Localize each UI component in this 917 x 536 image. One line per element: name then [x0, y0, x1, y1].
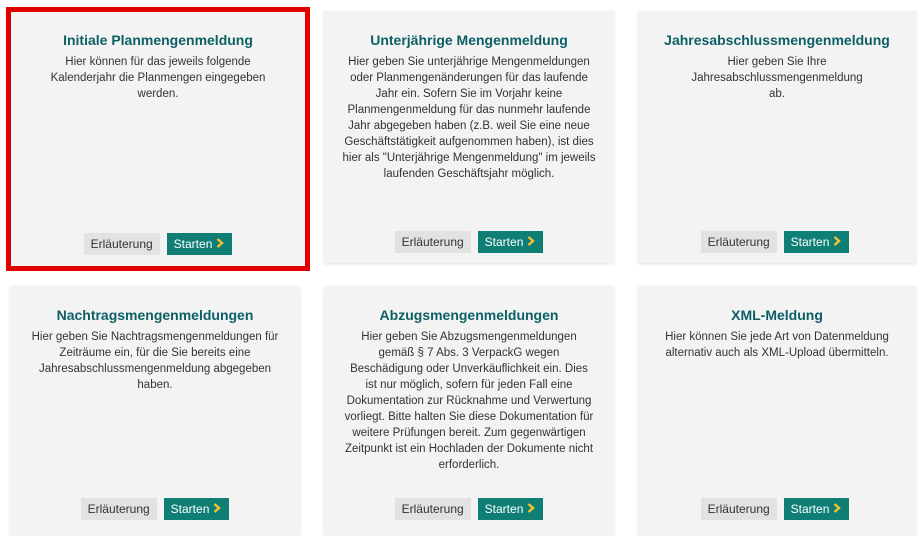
card-description: Hier geben Sie Nachtragsmengenmeldungen …	[31, 331, 279, 391]
starten-label: Starten	[484, 235, 524, 249]
erlaeuterung-label: Erläuterung	[707, 235, 770, 249]
chevron-right-icon	[212, 498, 222, 520]
erlaeuterung-button[interactable]: Erläuterung	[700, 231, 777, 253]
starten-button[interactable]: Starten	[477, 498, 544, 520]
starten-label: Starten	[790, 502, 830, 516]
erlaeuterung-label: Erläuterung	[401, 235, 464, 249]
chevron-right-icon	[832, 231, 842, 253]
chevron-right-icon	[215, 233, 225, 255]
card-title: Initiale Planmengenmeldung	[63, 32, 253, 48]
erlaeuterung-label: Erläuterung	[87, 502, 150, 516]
card-title: Nachtragsmengenmeldungen	[56, 307, 254, 323]
starten-label: Starten	[173, 237, 213, 251]
card-description: Hier können für das jeweils folgende Kal…	[50, 56, 266, 100]
erlaeuterung-button[interactable]: Erläuterung	[83, 233, 160, 255]
card-description: Hier geben Sie Ihre Jahresabschlussmenge…	[691, 56, 863, 100]
card-title: Unterjährige Mengenmeldung	[370, 32, 568, 48]
chevron-right-icon	[526, 498, 536, 520]
card-initiale-planmengenmeldung: Initiale Planmengenmeldung Hier können f…	[6, 7, 310, 271]
card-title: Jahresabschlussmengenmeldung	[664, 32, 890, 48]
card-description: Hier geben Sie unterjährige Mengenmeldun…	[342, 56, 596, 180]
starten-label: Starten	[484, 502, 524, 516]
card-xml-meldung: XML-Meldung Hier können Sie jede Art von…	[638, 286, 917, 536]
starten-label: Starten	[790, 235, 830, 249]
card-abzugsmengenmeldungen: Abzugsmengenmeldungen Hier geben Sie Abz…	[324, 286, 614, 536]
card-title: Abzugsmengenmeldungen	[379, 307, 559, 323]
chevron-right-icon	[832, 498, 842, 520]
starten-button[interactable]: Starten	[166, 233, 233, 255]
starten-button[interactable]: Starten	[783, 498, 850, 520]
card-title: XML-Meldung	[731, 307, 823, 323]
chevron-right-icon	[526, 231, 536, 253]
erlaeuterung-button[interactable]: Erläuterung	[700, 498, 777, 520]
card-description: Hier geben Sie Abzugsmengenmeldungen gem…	[344, 331, 594, 471]
card-jahresabschlussmengenmeldung: Jahresabschlussmengenmeldung Hier geben …	[638, 11, 917, 263]
starten-button[interactable]: Starten	[477, 231, 544, 253]
erlaeuterung-label: Erläuterung	[90, 237, 153, 251]
card-nachtragsmengenmeldungen: Nachtragsmengenmeldungen Hier geben Sie …	[10, 286, 300, 536]
starten-label: Starten	[170, 502, 210, 516]
erlaeuterung-button[interactable]: Erläuterung	[394, 231, 471, 253]
starten-button[interactable]: Starten	[163, 498, 230, 520]
erlaeuterung-button[interactable]: Erläuterung	[394, 498, 471, 520]
erlaeuterung-label: Erläuterung	[707, 502, 770, 516]
erlaeuterung-button[interactable]: Erläuterung	[80, 498, 157, 520]
starten-button[interactable]: Starten	[783, 231, 850, 253]
card-description: Hier können Sie jede Art von Datenmeldun…	[665, 331, 889, 359]
erlaeuterung-label: Erläuterung	[401, 502, 464, 516]
card-unterjaehrige-mengenmeldung: Unterjährige Mengenmeldung Hier geben Si…	[324, 11, 614, 263]
